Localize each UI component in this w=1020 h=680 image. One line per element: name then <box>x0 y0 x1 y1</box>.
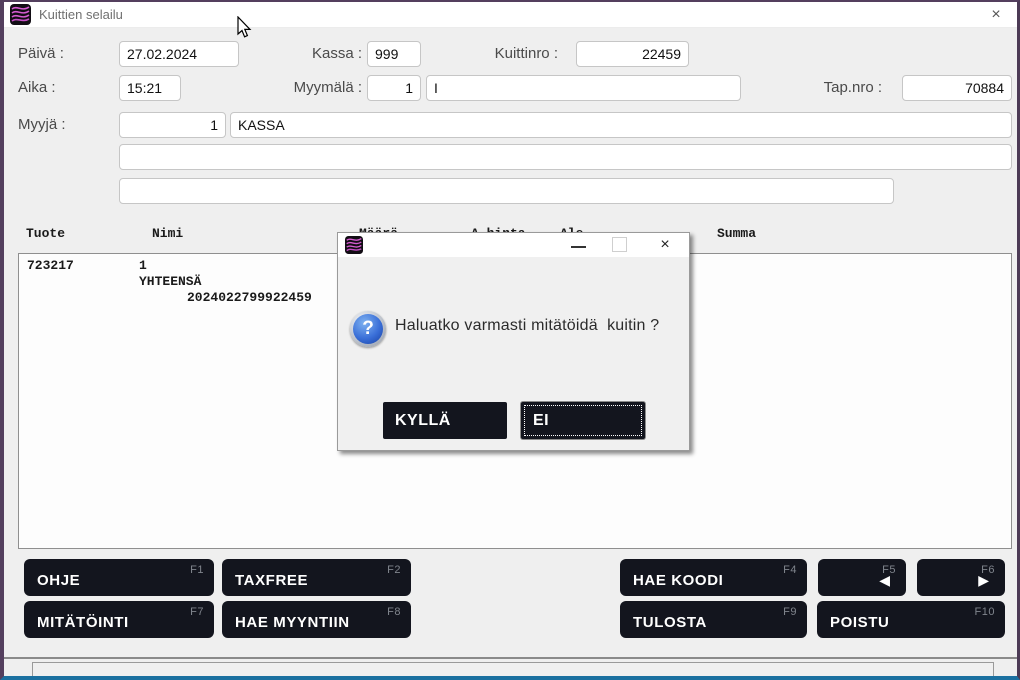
myyja-label: Myyjä : <box>18 112 66 138</box>
dialog-message: Haluatko varmasti mitätöidä kuitin ? <box>395 317 659 335</box>
main-window: Kuittien selailu × Päivä : 27.02.2024 Ka… <box>0 0 1020 680</box>
hae-koodi-button[interactable]: HAE KOODI F4 <box>620 559 807 596</box>
aika-label: Aika : <box>18 75 56 101</box>
dialog-title-bar: × <box>338 233 689 257</box>
cell-product-code: 723217 <box>27 258 74 273</box>
f2-key-label: F2 <box>387 564 401 576</box>
kassa-label: Kassa : <box>254 41 362 67</box>
poistu-button-label: POISTU <box>830 614 889 631</box>
hae-myyntiin-button-label: HAE MYYNTIIN <box>235 614 350 631</box>
f9-key-label: F9 <box>783 606 797 618</box>
col-header-nimi: Nimi <box>152 226 183 241</box>
ohje-button[interactable]: OHJE F1 <box>24 559 214 596</box>
hae-koodi-button-label: HAE KOODI <box>633 572 723 589</box>
f10-key-label: F10 <box>975 606 995 618</box>
aika-field[interactable]: 15:21 <box>119 75 181 101</box>
dialog-logo-icon <box>345 236 363 254</box>
cell-qty: 1 <box>139 258 147 273</box>
f1-key-label: F1 <box>190 564 204 576</box>
cell-yhteensa: YHTEENSÄ <box>139 274 201 289</box>
myymala-name-field[interactable]: I <box>426 75 741 101</box>
tulosta-button[interactable]: TULOSTA F9 <box>620 601 807 638</box>
tapnro-label: Tap.nro : <box>792 75 882 101</box>
kuittinro-label: Kuittinro : <box>462 41 558 67</box>
dialog-maximize-icon <box>612 237 627 252</box>
status-field <box>32 662 994 677</box>
title-bar: Kuittien selailu × <box>4 2 1017 28</box>
myymala-label: Myymälä : <box>254 75 362 101</box>
paiva-label: Päivä : <box>18 41 64 67</box>
hae-myyntiin-button[interactable]: HAE MYYNTIIN F8 <box>222 601 411 638</box>
f8-key-label: F8 <box>387 606 401 618</box>
dialog-minimize-icon[interactable] <box>566 233 592 257</box>
app-logo-icon <box>10 4 31 25</box>
kassa-field[interactable]: 999 <box>367 41 421 67</box>
next-receipt-button[interactable]: ▶ F6 <box>917 559 1005 596</box>
f7-key-label: F7 <box>190 606 204 618</box>
tapnro-field[interactable]: 70884 <box>902 75 1012 101</box>
kuittinro-field[interactable]: 22459 <box>576 41 689 67</box>
window-close-icon[interactable]: × <box>985 5 1007 25</box>
myyja-name-field[interactable]: KASSA <box>230 112 1012 138</box>
extra-field-2[interactable] <box>119 178 894 204</box>
taxfree-button-label: TAXFREE <box>235 572 308 589</box>
col-header-tuote: Tuote <box>26 226 65 241</box>
ohje-button-label: OHJE <box>37 572 80 589</box>
f4-key-label: F4 <box>783 564 797 576</box>
f5-key-label: F5 <box>882 564 896 576</box>
f6-key-label: F6 <box>981 564 995 576</box>
window-title: Kuittien selailu <box>39 7 123 22</box>
mitatointi-button-label: MITÄTÖINTI <box>37 614 129 631</box>
cell-receipt-ref: 2024022799922459 <box>187 290 312 305</box>
ei-button[interactable]: EI <box>521 402 645 439</box>
mitatointi-button[interactable]: MITÄTÖINTI F7 <box>24 601 214 638</box>
dialog-close-icon[interactable]: × <box>654 235 676 255</box>
kylla-button[interactable]: KYLLÄ <box>383 402 507 439</box>
paiva-field[interactable]: 27.02.2024 <box>119 41 239 67</box>
extra-field-1[interactable] <box>119 144 1012 170</box>
confirm-void-dialog: × ? Haluatko varmasti mitätöidä kuitin ?… <box>337 232 690 451</box>
taxfree-button[interactable]: TAXFREE F2 <box>222 559 411 596</box>
previous-receipt-button[interactable]: ◀ F5 <box>818 559 906 596</box>
myymala-number-field[interactable]: 1 <box>367 75 421 101</box>
question-icon: ? <box>350 311 386 347</box>
mouse-cursor <box>236 16 254 40</box>
poistu-button[interactable]: POISTU F10 <box>817 601 1005 638</box>
status-divider <box>4 657 1017 659</box>
tulosta-button-label: TULOSTA <box>633 614 707 631</box>
col-header-summa: Summa <box>717 226 756 241</box>
myyja-number-field[interactable]: 1 <box>119 112 226 138</box>
